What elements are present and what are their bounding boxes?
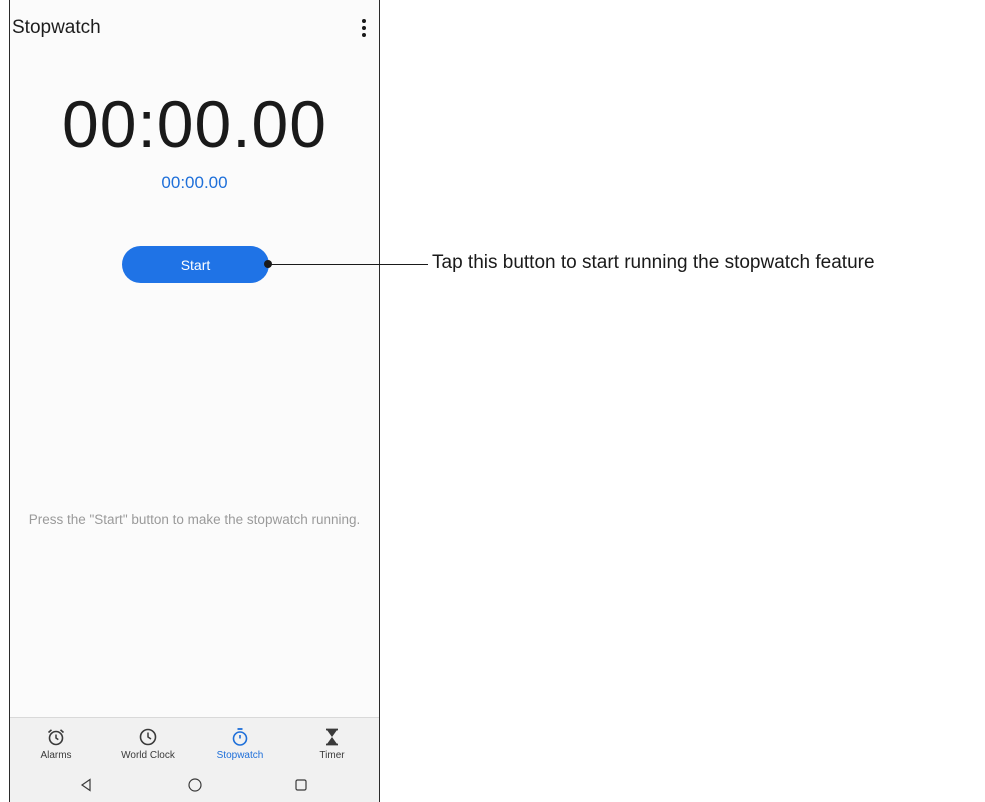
more-vert-icon xyxy=(362,19,366,37)
nav-label-stopwatch: Stopwatch xyxy=(216,750,264,761)
recents-icon xyxy=(295,779,307,791)
clock-icon xyxy=(138,727,158,747)
phone-screen: Stopwatch 00:00.00 00:00.00 Start Press … xyxy=(9,0,380,802)
hint-text: Press the "Start" button to make the sto… xyxy=(28,512,361,527)
home-icon xyxy=(188,778,202,792)
nav-label-alarms: Alarms xyxy=(40,750,72,761)
system-navigation-bar xyxy=(10,769,379,802)
nav-item-world-clock[interactable]: World Clock xyxy=(102,718,194,770)
nav-item-alarms[interactable]: Alarms xyxy=(10,718,102,770)
bottom-navigation: Alarms World Clock Stopwatch Timer xyxy=(10,717,379,770)
lap-time: 00:00.00 xyxy=(161,173,228,192)
alarm-icon xyxy=(46,727,66,747)
nav-label-world-clock: World Clock xyxy=(121,750,175,761)
callout-line xyxy=(268,264,428,265)
page-title: Stopwatch xyxy=(12,17,101,38)
annotation-text: Tap this button to start running the sto… xyxy=(432,252,875,273)
more-options-button[interactable] xyxy=(355,16,373,40)
elapsed-time: 00:00.00 xyxy=(62,87,327,161)
hourglass-icon xyxy=(322,727,342,747)
back-button[interactable] xyxy=(76,775,96,795)
back-icon xyxy=(80,778,91,792)
stopwatch-icon xyxy=(230,727,250,747)
nav-label-timer: Timer xyxy=(319,750,345,761)
nav-item-timer[interactable]: Timer xyxy=(286,718,378,770)
home-button[interactable] xyxy=(185,775,205,795)
start-button[interactable]: Start xyxy=(122,246,269,283)
recents-button[interactable] xyxy=(291,775,311,795)
nav-item-stopwatch[interactable]: Stopwatch xyxy=(194,718,286,770)
